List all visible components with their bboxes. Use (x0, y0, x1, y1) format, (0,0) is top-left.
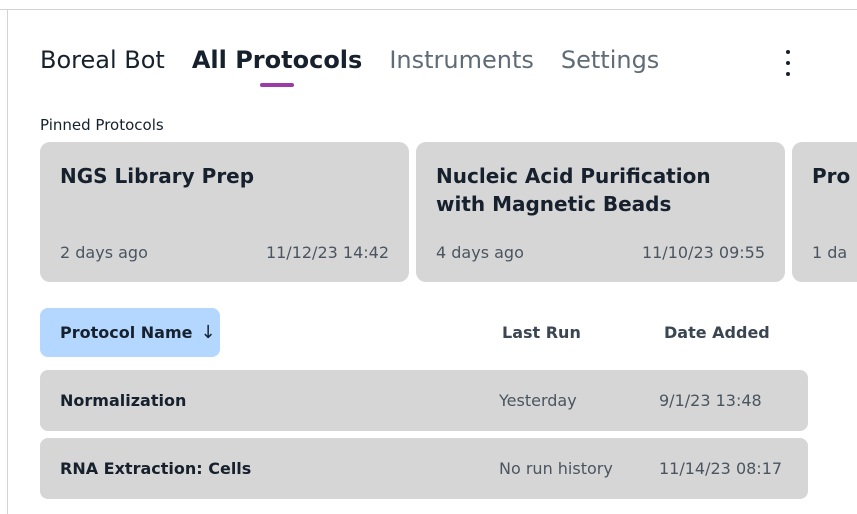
window-left-border (7, 9, 8, 514)
protocol-date-added: 11/14/23 08:17 (659, 459, 783, 478)
pinned-card-meta: 1 da (812, 243, 857, 262)
pinned-card-title: Nucleic Acid Purification with Magnetic … (436, 164, 711, 216)
pinned-protocol-card[interactable]: Nucleic Acid Purification with Magnetic … (416, 142, 785, 282)
protocol-name: RNA Extraction: Cells (60, 459, 252, 478)
protocol-name: Normalization (60, 391, 187, 410)
ellipsis-dot (786, 61, 790, 65)
pinned-card-date: 11/10/23 09:55 (641, 243, 765, 262)
tab-instruments[interactable]: Instruments (389, 46, 534, 74)
pinned-card-last-run: 2 days ago (60, 243, 148, 262)
column-header-date-added[interactable]: Date Added (664, 323, 770, 342)
pinned-card-meta: 2 days ago 11/12/23 14:42 (60, 243, 389, 262)
protocol-last-run: No run history (499, 459, 613, 478)
tab-robot-name[interactable]: Boreal Bot (40, 46, 165, 74)
window-top-border (0, 9, 857, 10)
pinned-card-meta: 4 days ago 11/10/23 09:55 (436, 243, 765, 262)
pinned-protocol-card[interactable]: NGS Library Prep 2 days ago 11/12/23 14:… (40, 142, 409, 282)
ellipsis-dot (786, 72, 790, 76)
tab-settings[interactable]: Settings (561, 46, 659, 74)
pinned-card-title: Pro (812, 164, 851, 188)
pinned-card-date: 11/12/23 14:42 (265, 243, 389, 262)
tab-all-protocols[interactable]: All Protocols (192, 46, 362, 74)
active-tab-indicator (260, 83, 294, 87)
protocol-row[interactable]: Normalization Yesterday 9/1/23 13:48 (40, 370, 808, 431)
sort-button-label: Protocol Name (60, 323, 193, 342)
protocol-last-run: Yesterday (499, 391, 577, 410)
protocol-date-added: 9/1/23 13:48 (659, 391, 762, 410)
pinned-protocols-heading: Pinned Protocols (40, 116, 164, 134)
sort-by-name-button[interactable]: Protocol Name ↓ (40, 308, 220, 357)
pinned-card-last-run: 4 days ago (436, 243, 524, 262)
pinned-protocol-card[interactable]: Pro 1 da (792, 142, 857, 282)
top-navigation: Boreal Bot All Protocols Instruments Set… (40, 44, 686, 76)
arrow-down-icon: ↓ (200, 322, 216, 343)
pinned-card-title: NGS Library Prep (60, 164, 255, 188)
ellipsis-dot (786, 50, 790, 54)
protocol-row[interactable]: RNA Extraction: Cells No run history 11/… (40, 438, 808, 499)
pinned-card-last-run: 1 da (812, 243, 848, 262)
vertical-ellipsis-icon[interactable] (776, 46, 800, 80)
column-header-last-run[interactable]: Last Run (502, 323, 581, 342)
